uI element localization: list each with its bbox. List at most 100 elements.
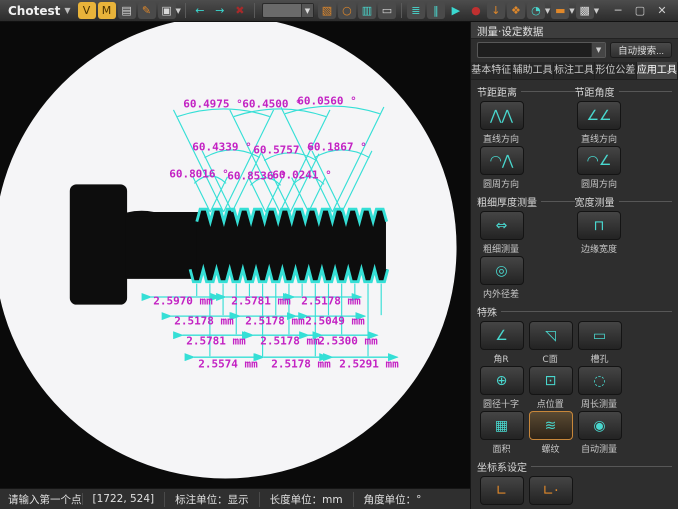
- tool-group: 特殊∠角R◹C面▭槽孔⊕圆径十字⊡点位置◌周长测量▦面积≋螺纹◉自动测量: [477, 302, 672, 456]
- auto-measure-icon[interactable]: ◉: [578, 411, 622, 440]
- bolt-measurement-stage: [0, 22, 470, 488]
- camera-viewport[interactable]: 60.4975 °60.4500 °60.0560 °60.4339 °60.5…: [0, 22, 470, 488]
- barcode-icon[interactable]: ‖: [427, 2, 445, 19]
- tool-edge-width[interactable]: ⊓边缘宽度: [575, 211, 624, 255]
- slot-hole-icon[interactable]: ▭: [578, 321, 622, 350]
- chevron-down-icon[interactable]: ▼: [594, 7, 599, 15]
- tool-label: 圆周方向: [581, 176, 617, 189]
- feature-select[interactable]: ▼: [477, 42, 606, 58]
- pitch-measurement-label: 2.5300 mm: [318, 335, 378, 348]
- chevron-down-icon[interactable]: ▼: [176, 7, 181, 15]
- corner-r-icon[interactable]: ∠: [480, 321, 524, 350]
- redo-forward-icon[interactable]: →: [211, 2, 229, 19]
- tool-slot-hole[interactable]: ▭槽孔: [575, 321, 624, 365]
- tool-circle-cross[interactable]: ⊕圆径十字: [477, 366, 526, 410]
- play-icon[interactable]: ▶: [447, 2, 465, 19]
- auto-search-button[interactable]: 自动搜索...: [610, 42, 672, 58]
- tool-thread[interactable]: ≋螺纹: [526, 411, 575, 455]
- angle-measurement-label: 60.8016 °: [169, 168, 229, 181]
- print-icon[interactable]: ▣: [158, 2, 176, 19]
- tool-perimeter-measure[interactable]: ◌周长测量: [575, 366, 624, 410]
- tool-area[interactable]: ▦面积: [477, 411, 526, 455]
- chamfer-c-icon[interactable]: ◹: [529, 321, 573, 350]
- tab-3[interactable]: 标注工具: [554, 62, 595, 79]
- list-icon[interactable]: ≣: [407, 2, 425, 19]
- camera-settings-icon[interactable]: ▩: [576, 2, 594, 19]
- pitch-measurement-label: 2.5781 mm: [186, 335, 246, 348]
- maximize-button[interactable]: ▢: [632, 4, 648, 17]
- histogram-icon[interactable]: ▥: [358, 2, 376, 19]
- toolbar-select[interactable]: ▼: [262, 3, 314, 18]
- tab-1[interactable]: 基本特征: [471, 62, 512, 79]
- point-position-icon[interactable]: ⊡: [529, 366, 573, 395]
- app-menu-button[interactable]: Chotest ▼: [4, 1, 77, 21]
- pitch-distance-circular-icon[interactable]: ◠⋀: [480, 146, 524, 175]
- save-icon[interactable]: ▤: [118, 2, 136, 19]
- angle-measurement-label: 60.4339 °: [192, 141, 252, 154]
- minimize-button[interactable]: ─: [610, 4, 626, 17]
- chevron-down-icon[interactable]: ▼: [545, 7, 550, 15]
- status-item-1: [1722, 524]: [82, 493, 165, 505]
- chevron-down-icon[interactable]: ▼: [569, 7, 574, 15]
- tool-point-position[interactable]: ⊡点位置: [526, 366, 575, 410]
- pitch-angle-circular-icon[interactable]: ◠∠: [577, 146, 621, 175]
- app-menu-label: Chotest: [8, 4, 60, 18]
- monitor-icon[interactable]: ▭: [378, 2, 396, 19]
- delete-icon[interactable]: ✖: [231, 2, 249, 19]
- angle-measurement-label: 60.4975 °: [183, 98, 243, 111]
- thread-icon[interactable]: ≋: [529, 411, 573, 440]
- close-button[interactable]: ✕: [654, 4, 670, 17]
- tab-5[interactable]: 应用工具: [637, 62, 678, 79]
- tool-label: 直线方向: [581, 131, 617, 144]
- open-m-folder-icon[interactable]: M: [98, 2, 116, 19]
- circle-cross-icon[interactable]: ⊕: [480, 366, 524, 395]
- chevron-down-icon[interactable]: ▼: [591, 43, 605, 57]
- capture-save-icon[interactable]: ↓: [487, 2, 505, 19]
- tool-thickness-measure[interactable]: ⇔粗细测量: [477, 211, 526, 255]
- pitch-measurement-label: 2.5291 mm: [339, 358, 399, 371]
- area-icon[interactable]: ▦: [480, 411, 524, 440]
- pitch-angle-linear-icon[interactable]: ∠∠: [577, 101, 621, 130]
- tool-label: 螺纹: [541, 441, 559, 454]
- toolbar-separator: [185, 3, 186, 18]
- axis-line-line-icon[interactable]: ∟: [480, 476, 524, 505]
- record-icon[interactable]: ●: [467, 2, 485, 19]
- tab-4[interactable]: 形位公差: [595, 62, 636, 79]
- tool-auto-measure[interactable]: ◉自动测量: [575, 411, 624, 455]
- tool-axis-line-point[interactable]: ∟·线-点: [526, 476, 575, 509]
- chevron-down-icon[interactable]: ▼: [301, 4, 313, 17]
- timer-icon[interactable]: ◔: [527, 2, 545, 19]
- tool-corner-r[interactable]: ∠角R: [477, 321, 526, 365]
- toolbar-separator: [401, 3, 402, 18]
- magnifier-icon[interactable]: ○: [338, 2, 356, 19]
- tool-pitch-distance-circular[interactable]: ◠⋀圆周方向: [477, 146, 526, 190]
- tool-pitch-angle-circular[interactable]: ◠∠圆周方向: [575, 146, 624, 190]
- pitch-measurement-label: 2.5178 mm: [245, 315, 305, 328]
- pitch-distance-linear-icon[interactable]: ⋀⋀: [480, 101, 524, 130]
- layout-icon[interactable]: ▬: [551, 2, 569, 19]
- undo-back-icon[interactable]: ←: [191, 2, 209, 19]
- open-v-folder-icon[interactable]: V: [78, 2, 96, 19]
- tab-2[interactable]: 辅助工具: [512, 62, 553, 79]
- tool-axis-line-line[interactable]: ∟线-线: [477, 476, 526, 509]
- pitch-measurement-label: 2.5178 mm: [260, 335, 320, 348]
- tool-group: 坐标系设定∟线-线∟·线-点: [477, 457, 672, 509]
- edge-width-icon[interactable]: ⊓: [577, 211, 621, 240]
- thickness-measure-icon[interactable]: ⇔: [480, 211, 524, 240]
- image-search-icon[interactable]: ▧: [318, 2, 336, 19]
- tool-pitch-angle-linear[interactable]: ∠∠直线方向: [575, 101, 624, 145]
- group-title: 粗细厚度测量: [477, 194, 575, 209]
- pitch-measurement-label: 2.5781 mm: [231, 295, 291, 308]
- inner-outer-diameter-icon[interactable]: ◎: [480, 256, 524, 285]
- toolbar-separator: [254, 3, 255, 18]
- tool-inner-outer-diameter[interactable]: ◎内外径差: [477, 256, 526, 300]
- edit-report-icon[interactable]: ✎: [138, 2, 156, 19]
- axis-line-point-icon[interactable]: ∟·: [529, 476, 573, 505]
- pitch-measurement-label: 2.5970 mm: [153, 295, 213, 308]
- tool-chamfer-c[interactable]: ◹C面: [526, 321, 575, 365]
- tool-pitch-distance-linear[interactable]: ⋀⋀直线方向: [477, 101, 526, 145]
- tool-label: 圆周方向: [483, 176, 519, 189]
- chevron-down-icon: ▼: [64, 6, 70, 15]
- export-image-icon[interactable]: ❖: [507, 2, 525, 19]
- perimeter-measure-icon[interactable]: ◌: [578, 366, 622, 395]
